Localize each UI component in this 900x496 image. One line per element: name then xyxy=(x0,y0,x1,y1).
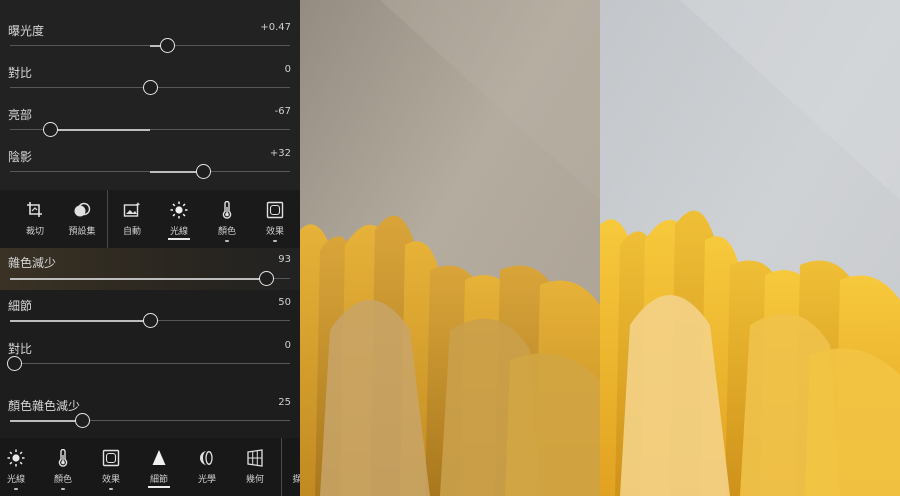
noise-contrast-slider[interactable]: 對比 0 xyxy=(0,334,300,376)
tool-auto[interactable]: 自動 xyxy=(110,190,154,248)
detail-slider[interactable]: 細節 50 xyxy=(0,291,300,333)
noise-reduction-knob[interactable] xyxy=(258,271,274,286)
tool-effects-label: 效果 xyxy=(101,475,120,485)
color-noise-slider[interactable]: 顏色雜色減少 25 xyxy=(0,391,300,433)
geometry-icon xyxy=(247,449,263,467)
thermometer-icon xyxy=(58,449,68,467)
shadows-label: 陰影 xyxy=(8,150,33,164)
highlights-label: 亮部 xyxy=(8,108,33,122)
exposure-value: +0.47 xyxy=(260,22,291,33)
noise-reduction-value: 93 xyxy=(278,254,291,265)
active-tab-indicator xyxy=(148,486,170,488)
noise-reduction-fill xyxy=(10,277,266,280)
highlights-value: -67 xyxy=(274,106,291,117)
modified-dot xyxy=(109,488,113,490)
tool-light[interactable]: 光線 xyxy=(0,438,38,496)
highlights-track[interactable] xyxy=(10,122,290,137)
flower-photo-warm xyxy=(300,0,600,496)
exposure-slider[interactable]: 曝光度 +0.47 xyxy=(0,16,300,58)
shadows-value: +32 xyxy=(269,148,291,159)
partial-icon xyxy=(288,449,300,467)
presets-icon xyxy=(74,202,91,217)
tool-optics-label: 光學 xyxy=(197,475,216,485)
tool-effects[interactable]: 效果 xyxy=(253,190,297,248)
tool-effects[interactable]: 效果 xyxy=(89,438,133,496)
highlights-knob[interactable] xyxy=(42,122,58,137)
color-noise-knob[interactable] xyxy=(74,413,90,428)
tool-auto-label: 自動 xyxy=(122,227,141,237)
noise-contrast-knob[interactable] xyxy=(6,356,22,371)
toolbar-divider xyxy=(107,190,108,248)
tool-light-label: 光線 xyxy=(169,227,188,237)
tool-crop[interactable]: 裁切 xyxy=(13,190,57,248)
top-toolbar: 裁切 預設集 自動 光線 顏色 效果 xyxy=(0,190,300,248)
highlights-fill xyxy=(50,128,150,131)
tool-color[interactable]: 顏色 xyxy=(205,190,249,248)
color-noise-fill xyxy=(10,419,82,422)
tool-presets-label: 預設集 xyxy=(68,227,96,237)
contrast-slider[interactable]: 對比 0 xyxy=(0,58,300,100)
tool-color-label: 顏色 xyxy=(217,227,236,237)
noise-reduction-track[interactable] xyxy=(10,271,290,286)
effects-icon xyxy=(102,449,120,467)
contrast-value: 0 xyxy=(284,64,291,75)
modified-dot xyxy=(225,240,229,242)
tool-crop-label: 裁切 xyxy=(25,227,44,237)
active-tab-indicator xyxy=(168,238,190,240)
noise-contrast-label: 對比 xyxy=(8,342,33,356)
tool-geometry-label: 幾何 xyxy=(245,475,264,485)
contrast-knob[interactable] xyxy=(142,80,158,95)
light-icon xyxy=(7,449,25,467)
color-noise-track[interactable] xyxy=(10,413,290,428)
noise-reduction-slider[interactable]: 雜色減少 93 xyxy=(0,248,300,290)
contrast-track[interactable] xyxy=(10,80,290,95)
tool-light[interactable]: 光線 xyxy=(157,190,201,248)
thermometer-icon xyxy=(222,201,232,219)
noise-contrast-track[interactable] xyxy=(6,356,290,371)
exposure-label: 曝光度 xyxy=(8,24,45,38)
optics-icon xyxy=(200,451,213,465)
color-noise-value: 25 xyxy=(278,397,291,408)
highlights-slider[interactable]: 亮部 -67 xyxy=(0,100,300,142)
exposure-track[interactable] xyxy=(10,38,290,53)
exposure-knob[interactable] xyxy=(159,38,175,53)
bottom-toolbar: 光線 顏色 效果 細節 光學 幾何 擷 xyxy=(0,438,300,496)
crop-icon xyxy=(27,202,42,217)
detail-icon xyxy=(152,450,166,465)
tool-partial[interactable]: 擷 xyxy=(275,438,300,496)
detail-track[interactable] xyxy=(10,313,290,328)
shadows-track[interactable] xyxy=(10,164,290,179)
tool-geometry[interactable]: 幾何 xyxy=(233,438,277,496)
edit-panel: 曝光度 +0.47 對比 0 亮部 -67 陰影 +32 裁切 預設集 自動 光… xyxy=(0,0,300,496)
tool-effects-label: 效果 xyxy=(265,227,284,237)
tool-detail-label: 細節 xyxy=(149,475,168,485)
tool-light-label: 光線 xyxy=(6,475,25,485)
detail-value: 50 xyxy=(278,297,291,308)
modified-dot xyxy=(61,488,65,490)
contrast-label: 對比 xyxy=(8,66,33,80)
photo-before xyxy=(300,0,600,496)
tool-color[interactable]: 顏色 xyxy=(41,438,85,496)
shadows-knob[interactable] xyxy=(195,164,211,179)
photo-after xyxy=(600,0,900,496)
detail-label: 細節 xyxy=(8,299,33,313)
color-noise-label: 顏色雜色減少 xyxy=(8,399,81,413)
flower-photo-cool xyxy=(600,0,900,496)
effects-icon xyxy=(266,201,284,219)
detail-fill xyxy=(10,319,150,322)
tool-color-label: 顏色 xyxy=(53,475,72,485)
tool-presets[interactable]: 預設集 xyxy=(60,190,104,248)
tool-optics[interactable]: 光學 xyxy=(185,438,229,496)
modified-dot xyxy=(273,240,277,242)
noise-contrast-value: 0 xyxy=(284,340,291,351)
light-icon xyxy=(170,201,188,219)
noise-reduction-label: 雜色減少 xyxy=(8,256,57,270)
tool-detail[interactable]: 細節 xyxy=(137,438,181,496)
modified-dot xyxy=(14,488,18,490)
auto-icon xyxy=(123,202,141,217)
shadows-slider[interactable]: 陰影 +32 xyxy=(0,142,300,184)
detail-knob[interactable] xyxy=(142,313,158,328)
tool-partial-label: 擷 xyxy=(292,475,300,485)
